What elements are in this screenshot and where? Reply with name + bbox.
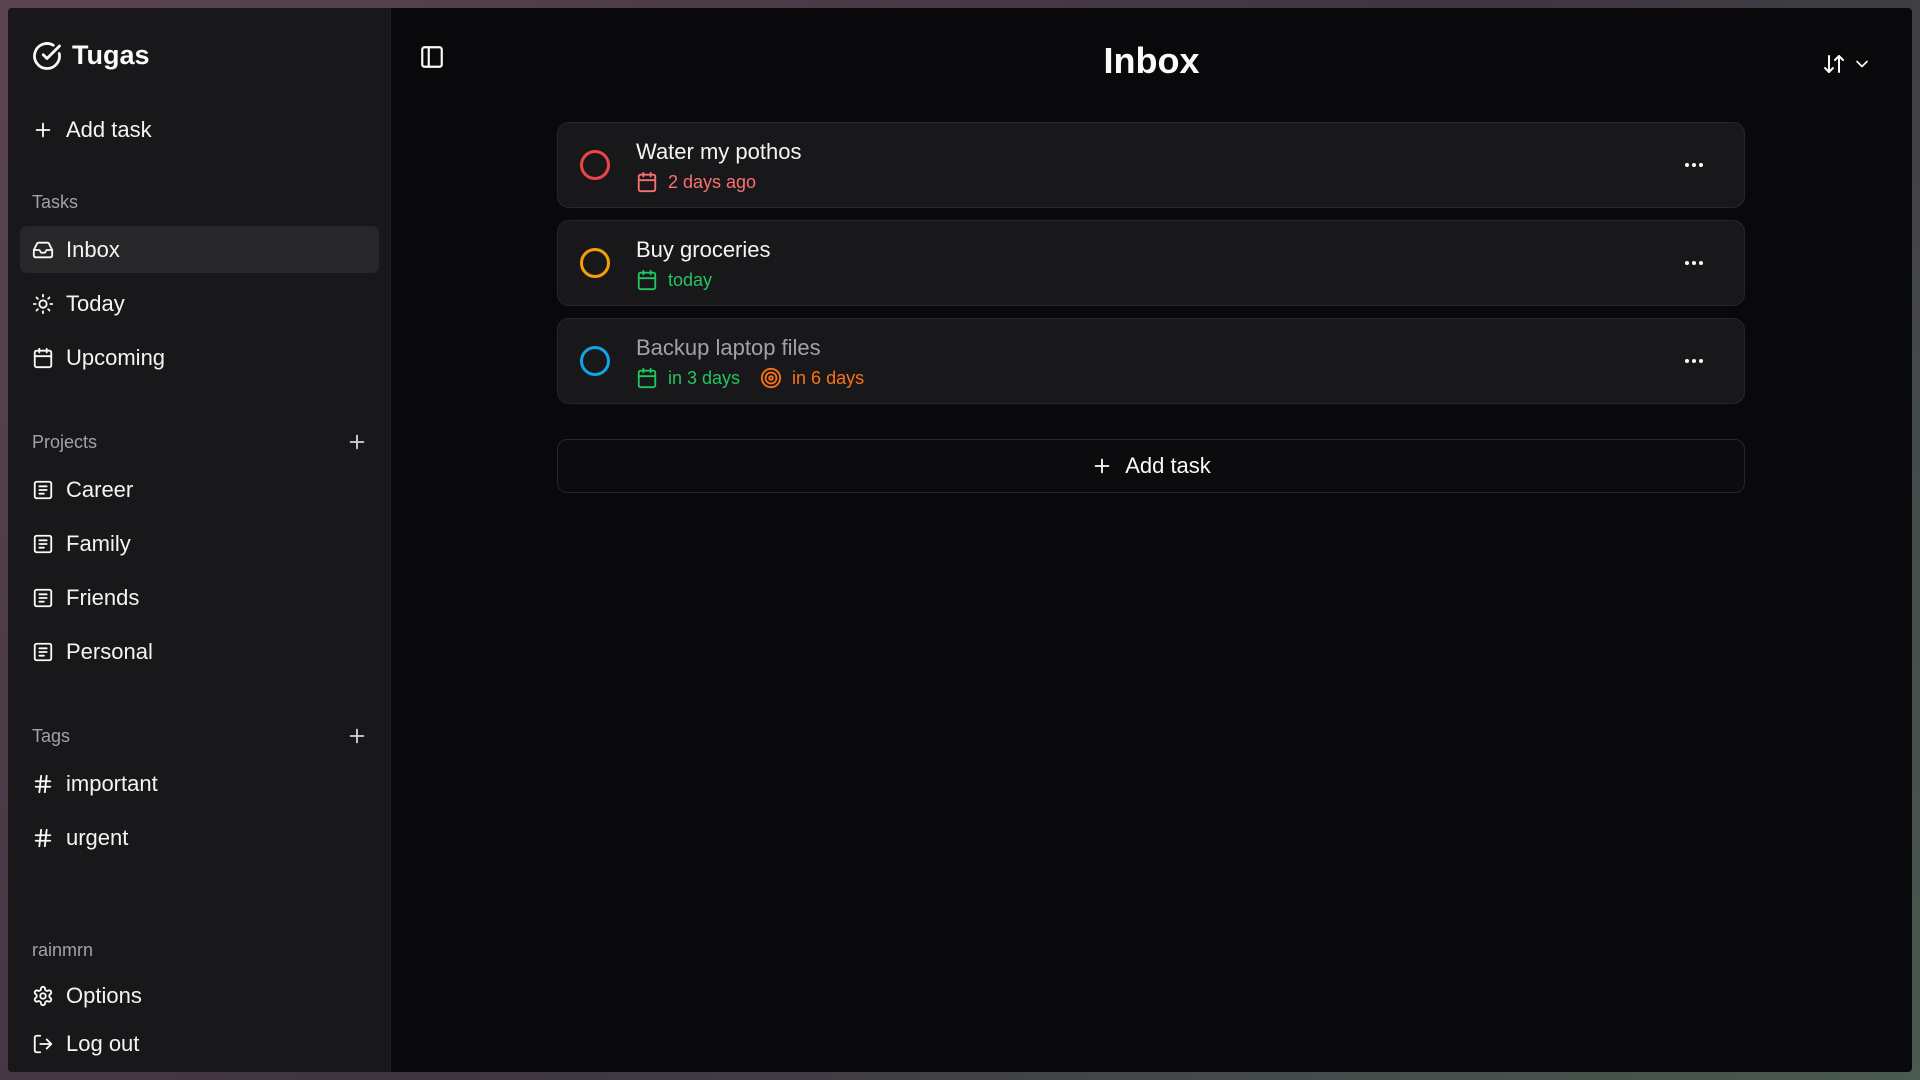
calendar-icon: [33, 347, 53, 368]
task-item[interactable]: Backup laptop files in 3 days in 6 days: [557, 318, 1745, 404]
task-meta: in 3 days in 6 days: [636, 367, 864, 389]
sidebar-item-inbox[interactable]: Inbox: [20, 226, 379, 273]
task-meta: 2 days ago: [636, 171, 756, 193]
sort-icon[interactable]: [1822, 52, 1846, 76]
project-icon: [33, 480, 53, 499]
tags-section-label: Tags: [32, 726, 71, 746]
brand[interactable]: Tugas: [32, 40, 150, 71]
tasks-section-label: Tasks: [32, 192, 79, 212]
project-icon: [33, 534, 53, 553]
calendar-icon: [637, 367, 657, 389]
task-title: Water my pothos: [636, 139, 802, 164]
sidebar-item-career[interactable]: Career: [20, 466, 379, 513]
task-complete-checkbox[interactable]: [580, 248, 610, 278]
app-window: Tugas Add task Tasks Inbox Today Upcomin…: [8, 8, 1912, 1072]
main-content: Inbox Water my pothos 2 days ago Buy gro…: [391, 8, 1912, 1072]
sidebar-item-label: Inbox: [66, 236, 120, 262]
sidebar-item-friends[interactable]: Friends: [20, 574, 379, 621]
sidebar: Tugas Add task Tasks Inbox Today Upcomin…: [8, 8, 391, 1072]
task-due-label: 2 days ago: [668, 171, 757, 192]
sidebar-item-family[interactable]: Family: [20, 520, 379, 567]
sidebar-item-label: Friends: [66, 584, 140, 610]
sidebar-item-label: important: [66, 770, 158, 796]
gear-icon: [33, 985, 53, 1006]
task-due-label: in 3 days: [668, 367, 741, 388]
add-task-label: Add task: [1125, 453, 1211, 478]
calendar-icon: [637, 171, 657, 193]
task-complete-checkbox[interactable]: [580, 346, 610, 376]
more-horizontal-icon[interactable]: [1682, 155, 1706, 175]
task-item[interactable]: Water my pothos 2 days ago: [557, 122, 1745, 208]
task-complete-checkbox[interactable]: [580, 150, 610, 180]
task-due-label: today: [668, 269, 713, 290]
username-label: rainmrn: [32, 940, 94, 960]
sidebar-item-personal[interactable]: Personal: [20, 628, 379, 675]
task-title: Backup laptop files: [636, 335, 821, 360]
sidebar-item-label: Personal: [66, 638, 153, 664]
task-title: Buy groceries: [636, 237, 771, 262]
task-meta: today: [636, 269, 712, 291]
task-deadline: in 6 days: [760, 367, 864, 389]
hash-icon: [34, 774, 52, 793]
more-horizontal-icon[interactable]: [1682, 253, 1706, 273]
sidebar-add-task-label: Add task: [66, 116, 152, 142]
logout-button[interactable]: Log out: [20, 1020, 379, 1067]
task-deadline-label: in 6 days: [792, 367, 865, 388]
add-task-button[interactable]: Add task: [557, 439, 1745, 493]
sidebar-item-label: Career: [66, 476, 134, 502]
sidebar-item-label: Today: [66, 290, 125, 316]
calendar-icon: [637, 269, 657, 291]
task-due-date: 2 days ago: [636, 171, 756, 193]
app-name: Tugas: [72, 40, 150, 70]
sidebar-item-today[interactable]: Today: [20, 280, 379, 327]
add-tag-plus-icon[interactable]: [346, 725, 368, 747]
sidebar-item-label: urgent: [66, 824, 129, 850]
sidebar-item-upcoming[interactable]: Upcoming: [20, 334, 379, 381]
hash-icon: [34, 828, 52, 847]
more-horizontal-icon[interactable]: [1682, 351, 1706, 371]
sidebar-item-tag-important[interactable]: important: [20, 760, 379, 807]
project-icon: [33, 588, 53, 607]
add-project-plus-icon[interactable]: [346, 431, 368, 453]
sidebar-item-label: Upcoming: [66, 344, 166, 370]
chevron-down-icon[interactable]: [1852, 54, 1872, 74]
logout-label: Log out: [66, 1030, 140, 1056]
task-due-date: in 3 days: [636, 367, 740, 389]
logout-icon: [33, 1034, 53, 1053]
sidebar-item-tag-urgent[interactable]: urgent: [20, 814, 379, 861]
task-due-date: today: [636, 269, 712, 291]
plus-icon: [1094, 458, 1110, 474]
sun-icon: [32, 293, 54, 314]
sidebar-item-label: Family: [66, 530, 131, 556]
task-item[interactable]: Buy groceries today: [557, 220, 1745, 306]
inbox-icon: [32, 241, 54, 258]
sidebar-add-task-button[interactable]: Add task: [20, 106, 379, 153]
page-title: Inbox: [1103, 40, 1200, 81]
target-icon: [760, 367, 782, 389]
projects-section-label: Projects: [32, 432, 98, 452]
options-button[interactable]: Options: [20, 972, 379, 1019]
plus-icon: [35, 122, 51, 137]
check-circle-icon: [33, 41, 61, 70]
options-label: Options: [66, 982, 142, 1008]
project-icon: [33, 642, 53, 661]
